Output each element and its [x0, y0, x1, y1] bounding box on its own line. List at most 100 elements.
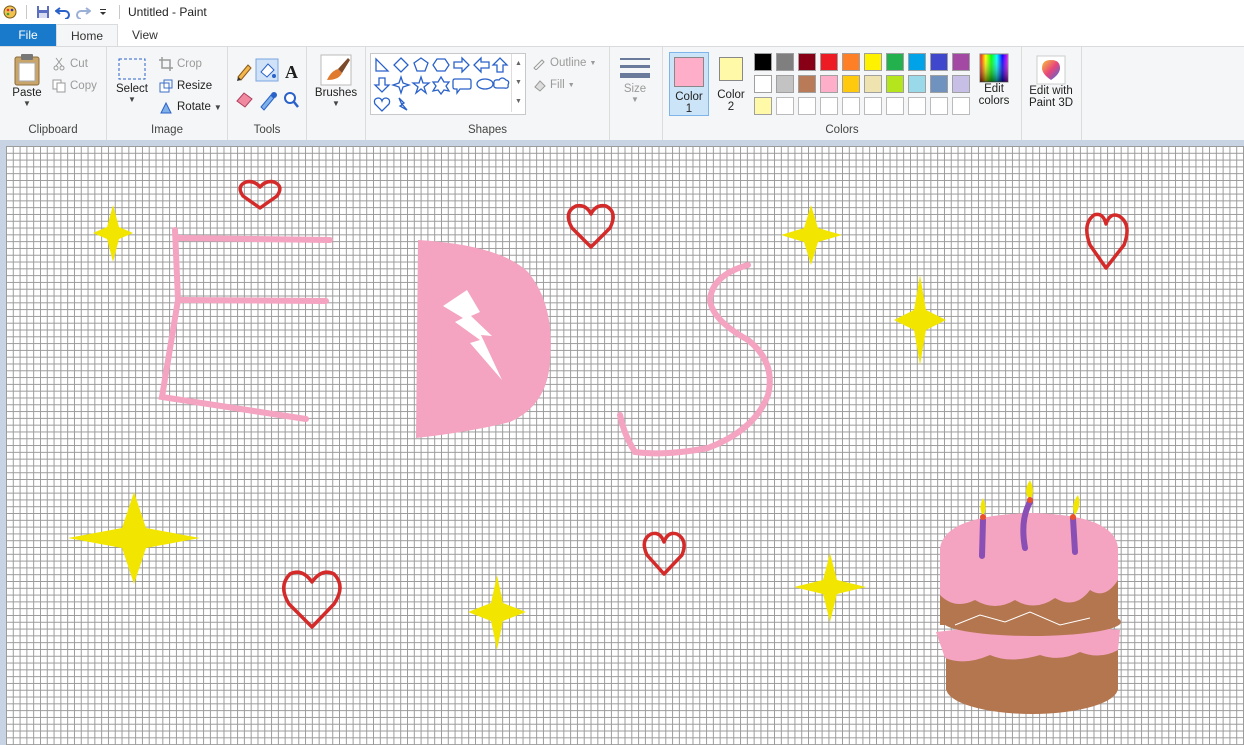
palette-swatch[interactable]	[952, 75, 970, 93]
redo-icon[interactable]	[73, 1, 93, 23]
fill-label: Fill	[550, 79, 565, 91]
select-label: Select	[116, 83, 148, 95]
palette-swatch[interactable]	[776, 53, 794, 71]
left-arrow-icon	[473, 56, 490, 74]
palette-swatch[interactable]	[864, 53, 882, 71]
edit-with-paint3d-button[interactable]: Edit with Paint 3D	[1023, 55, 1079, 109]
resize-icon	[159, 79, 173, 93]
fill-button[interactable]: Fill ▼	[532, 76, 575, 94]
crop-icon	[159, 57, 173, 71]
rotate-label: Rotate	[177, 101, 211, 113]
paint-app-icon[interactable]	[0, 1, 20, 23]
shapes-scrollbar[interactable]: ▲ ▼ ▼	[511, 54, 525, 112]
palette-swatch[interactable]	[886, 53, 904, 71]
paste-label: Paste	[12, 87, 42, 99]
svg-text:A: A	[285, 62, 298, 82]
brushes-label: Brushes	[314, 87, 358, 99]
crop-button[interactable]: Crop	[159, 55, 202, 73]
paste-button[interactable]: Paste ▼	[8, 53, 46, 108]
resize-button[interactable]: Resize	[159, 77, 212, 95]
tab-view[interactable]: View	[118, 24, 172, 46]
palette-swatch-empty[interactable]	[842, 97, 860, 115]
palette-swatch[interactable]	[820, 53, 838, 71]
image-group: Select ▼ Crop Resize Rotate ▼ Image	[107, 47, 228, 140]
color1-label: Color	[675, 91, 703, 103]
eraser-icon[interactable]	[236, 92, 253, 108]
palette-swatch[interactable]	[886, 75, 904, 93]
edit-colors-button[interactable]: Edit colors	[973, 53, 1015, 107]
rotate-button[interactable]: Rotate ▼	[159, 98, 222, 116]
palette-swatch-empty[interactable]	[820, 97, 838, 115]
paint3d-line2: Paint 3D	[1028, 97, 1074, 109]
copy-icon	[52, 79, 66, 93]
down-arrow-icon	[373, 77, 391, 93]
palette-swatch-empty[interactable]	[798, 97, 816, 115]
save-icon[interactable]	[33, 1, 53, 23]
palette-swatch[interactable]	[952, 53, 970, 71]
palette-swatch[interactable]	[754, 75, 772, 93]
palette-swatch[interactable]	[930, 53, 948, 71]
size-button[interactable]: Size ▼	[615, 55, 655, 104]
diamond-icon	[393, 57, 409, 73]
shapes-group: ▲ ▼ ▼ Outline ▼ Fill ▼ Shapes	[366, 47, 610, 140]
color1-number: 1	[685, 103, 693, 115]
chevron-down-icon: ▼	[589, 59, 597, 67]
copy-button[interactable]: Copy	[52, 77, 97, 95]
tab-file[interactable]: File	[0, 24, 56, 46]
palette-swatch-empty[interactable]	[864, 97, 882, 115]
image-group-label: Image	[151, 124, 183, 136]
palette-swatch[interactable]	[776, 75, 794, 93]
palette-swatch-empty[interactable]	[952, 97, 970, 115]
paint3d-group: Edit with Paint 3D	[1021, 47, 1082, 140]
palette-swatch[interactable]	[798, 75, 816, 93]
heart	[642, 531, 686, 576]
copy-label: Copy	[70, 80, 97, 92]
chevron-down-icon: ▼	[213, 102, 222, 112]
drawing-canvas[interactable]	[6, 146, 1244, 745]
pentagon-icon	[413, 57, 429, 72]
select-button[interactable]: Select ▼	[115, 57, 149, 104]
cake-drawing	[936, 480, 1121, 714]
color-picker-icon[interactable]	[260, 92, 277, 111]
four-point-star-icon	[390, 74, 412, 96]
magnifier-icon[interactable]	[284, 92, 299, 108]
palette-swatch-empty[interactable]	[776, 97, 794, 115]
palette-swatch[interactable]	[798, 53, 816, 71]
fill-bucket-icon[interactable]	[255, 58, 279, 82]
palette-swatch-empty[interactable]	[908, 97, 926, 115]
color1-button[interactable]: Color 1	[669, 52, 709, 116]
palette-swatch[interactable]	[930, 75, 948, 93]
heart	[282, 570, 342, 629]
palette-swatch-empty[interactable]	[886, 97, 904, 115]
palette-swatch[interactable]	[842, 53, 860, 71]
rounded-callout-icon	[452, 78, 472, 95]
sparkle	[794, 553, 866, 622]
color2-label: Color	[717, 89, 745, 101]
palette-swatch[interactable]	[754, 53, 772, 71]
palette-swatch[interactable]	[908, 53, 926, 71]
cut-label: Cut	[70, 58, 88, 70]
pencil-icon[interactable]	[237, 64, 252, 81]
palette-swatch[interactable]	[908, 75, 926, 93]
outline-button[interactable]: Outline ▼	[532, 54, 596, 72]
text-tool-icon[interactable]: A	[285, 62, 298, 82]
palette-swatch-empty[interactable]	[930, 97, 948, 115]
tools-icons: A	[236, 58, 299, 111]
color2-number: 2	[727, 101, 735, 113]
right-arrow-icon	[453, 56, 470, 74]
color2-button[interactable]: Color 2	[713, 53, 749, 113]
canvas-area	[0, 140, 1244, 745]
brushes-button[interactable]: Brushes ▼	[313, 53, 359, 108]
palette-swatch[interactable]	[754, 97, 772, 115]
tab-home[interactable]: Home	[56, 24, 119, 46]
paste-icon	[14, 54, 40, 86]
shapes-gallery[interactable]: ▲ ▼ ▼	[370, 53, 526, 115]
chevron-down-icon: ▼	[128, 95, 136, 104]
cut-button[interactable]: Cut	[52, 55, 88, 73]
palette-swatch[interactable]	[820, 75, 838, 93]
clipboard-group-label: Clipboard	[28, 124, 78, 136]
undo-icon[interactable]	[53, 1, 73, 23]
palette-swatch[interactable]	[864, 75, 882, 93]
palette-swatch[interactable]	[842, 75, 860, 93]
customize-dropdown-icon[interactable]	[93, 1, 113, 23]
